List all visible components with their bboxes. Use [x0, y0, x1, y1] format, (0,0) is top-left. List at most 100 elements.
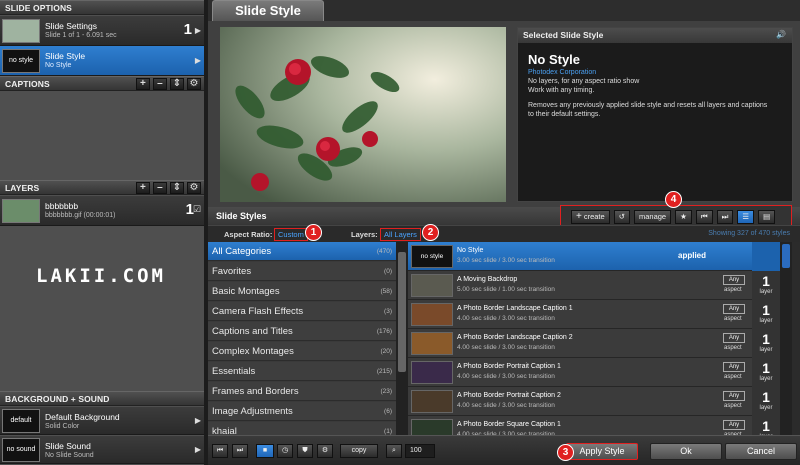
tab-slide-style[interactable]: Slide Style	[212, 0, 324, 21]
caption-settings-gear-icon[interactable]: ⚙	[187, 78, 201, 90]
category-item[interactable]: Camera Flash Effects (3)	[208, 302, 396, 321]
preview-image	[220, 27, 506, 202]
style-row[interactable]: A Photo Border Landscape Caption 2 4.00 s…	[408, 329, 752, 358]
gear-icon[interactable]: ⚙	[317, 444, 333, 458]
showing-count: Showing 327 of 470 styles	[708, 230, 790, 237]
category-count: (470)	[376, 248, 392, 255]
next-slide-icon[interactable]: ⏭	[232, 444, 248, 458]
default-background-item[interactable]: default Default Background Solid Color ▶	[0, 407, 204, 435]
search-icon[interactable]: ⌕	[386, 444, 402, 458]
clock-icon[interactable]: ◷	[277, 444, 293, 458]
create-label: create	[583, 212, 605, 221]
applied-status: applied	[678, 251, 707, 260]
category-item[interactable]: khaial (1)	[208, 422, 396, 435]
any-aspect-badge: Any	[723, 275, 745, 285]
undo-icon[interactable]: ↺	[613, 210, 630, 224]
style-scroll-thumb[interactable]	[782, 244, 790, 268]
layer-count: 1	[762, 331, 770, 347]
shield-icon[interactable]: ⛊	[297, 444, 313, 458]
style-row[interactable]: A Moving Backdrop 5.00 sec slide / 1.00 s…	[408, 271, 752, 300]
zoom-input[interactable]: 100	[405, 444, 435, 458]
favorite-star-icon[interactable]: ★	[675, 210, 692, 224]
layer-count-label: layer	[759, 318, 773, 324]
cancel-button[interactable]: Cancel	[725, 443, 797, 460]
ok-button[interactable]: Ok	[650, 443, 722, 460]
remove-caption-button[interactable]: –	[153, 78, 167, 90]
layer-count-cell: 1layer	[752, 387, 780, 416]
remove-layer-button[interactable]: –	[153, 182, 167, 194]
slide-number: 1	[183, 21, 192, 38]
manage-button[interactable]: manage	[634, 210, 672, 224]
apply-style-button[interactable]: Apply Style	[566, 443, 638, 460]
aspect-ratio-select[interactable]: Custom	[274, 228, 308, 241]
style-row-name: No Style	[457, 247, 484, 254]
captions-title: CAPTIONS	[5, 79, 50, 89]
category-count: (20)	[380, 348, 392, 355]
copy-button[interactable]: copy	[340, 444, 378, 458]
first-slide-icon[interactable]: ⏮	[212, 444, 228, 458]
style-scrollbar[interactable]	[780, 242, 792, 435]
category-item[interactable]: Essentials (215)	[208, 362, 396, 381]
next-icon[interactable]: ⏭	[716, 210, 734, 224]
style-row[interactable]: A Photo Border Square Caption 1 4.00 sec …	[408, 416, 752, 435]
slide-settings-item[interactable]: Slide Settings Slide 1 of 1 - 6.091 sec …	[0, 16, 204, 46]
category-name: Essentials	[212, 366, 256, 377]
plus-icon: +	[576, 211, 582, 222]
any-aspect-badge: Any	[723, 304, 745, 314]
zoom-value: 100	[410, 447, 422, 454]
create-button[interactable]: + create	[571, 210, 610, 224]
style-row[interactable]: A Photo Border Portrait Caption 1 4.00 se…	[408, 358, 752, 387]
category-count: (23)	[380, 388, 392, 395]
category-item[interactable]: All Categories (470)	[208, 242, 396, 261]
add-caption-button[interactable]: +	[136, 78, 150, 90]
selected-style-panel: Selected Slide Style 🔊 No Style Photodex…	[517, 27, 793, 202]
category-scrollbar[interactable]	[396, 242, 408, 435]
category-name: Captions and Titles	[212, 326, 293, 337]
speaker-icon[interactable]: 🔊	[776, 30, 786, 39]
category-item[interactable]: Complex Montages (20)	[208, 342, 396, 361]
style-row[interactable]: no style No Style 3.00 sec slide / 3.00 se…	[408, 242, 752, 271]
bottom-bar: ⏮ ⏭ ■ ◷ ⛊ ⚙ copy ⌕ 100 Apply Style Ok Ca…	[208, 435, 800, 465]
category-name: Basic Montages	[212, 286, 280, 297]
layer-checkbox[interactable]: ☑	[193, 204, 201, 215]
category-item[interactable]: Captions and Titles (176)	[208, 322, 396, 341]
layer-item[interactable]: bbbbbbb bbbbbbb.gif (00:00:01) 1 ☑	[0, 196, 204, 226]
selected-style-header-text: Selected Slide Style	[523, 30, 604, 40]
filter-bar: Aspect Ratio: Custom Layers: All Layers …	[208, 225, 800, 242]
any-aspect-badge: Any	[723, 333, 745, 343]
category-scroll-thumb[interactable]	[398, 252, 406, 372]
layers-select[interactable]: All Layers	[380, 228, 421, 241]
stop-icon[interactable]: ■	[256, 444, 274, 458]
layer-sub: bbbbbbb.gif (00:00:01)	[45, 212, 116, 219]
category-list: All Categories (470) Favorites (0) Basic Mon…	[208, 242, 396, 435]
previous-icon[interactable]: ⏮	[695, 210, 713, 224]
layers-title: LAYERS	[5, 183, 40, 193]
style-row[interactable]: A Photo Border Landscape Caption 1 4.00 s…	[408, 300, 752, 329]
add-layer-button[interactable]: +	[136, 182, 150, 194]
style-row-name: A Photo Border Landscape Caption 1	[457, 305, 573, 312]
category-item[interactable]: Image Adjustments (6)	[208, 402, 396, 421]
slide-style-item[interactable]: no style Slide Style No Style ▶	[0, 46, 204, 76]
category-item[interactable]: Basic Montages (58)	[208, 282, 396, 301]
layer-count: 1	[762, 360, 770, 376]
category-item[interactable]: Favorites (0)	[208, 262, 396, 281]
layer-count: 1	[762, 273, 770, 289]
layer-settings-gear-icon[interactable]: ⚙	[187, 182, 201, 194]
category-item[interactable]: Frames and Borders (23)	[208, 382, 396, 401]
layer-title: bbbbbbb	[45, 201, 79, 211]
captions-header: CAPTIONS + – ⇕ ⚙	[0, 76, 204, 91]
list-view-icon[interactable]: ☰	[737, 210, 755, 224]
sound-title: Slide Sound	[45, 441, 91, 451]
layer-count: 1	[762, 418, 770, 434]
style-thumb	[411, 390, 453, 413]
detail-view-icon[interactable]: ▤	[758, 210, 776, 224]
left-panel: SLIDE OPTIONS Slide Settings Slide 1 of …	[0, 0, 204, 465]
style-row[interactable]: A Photo Border Portrait Caption 2 4.00 se…	[408, 387, 752, 416]
layer-count-label: layer	[759, 289, 773, 295]
slide-sound-item[interactable]: no sound Slide Sound No Slide Sound ▶	[0, 436, 204, 464]
category-count: (215)	[376, 368, 392, 375]
reorder-caption-button[interactable]: ⇕	[170, 78, 184, 90]
reorder-layer-button[interactable]: ⇕	[170, 182, 184, 194]
copy-label: copy	[351, 447, 367, 454]
callout-badge-1: 1	[305, 224, 322, 241]
